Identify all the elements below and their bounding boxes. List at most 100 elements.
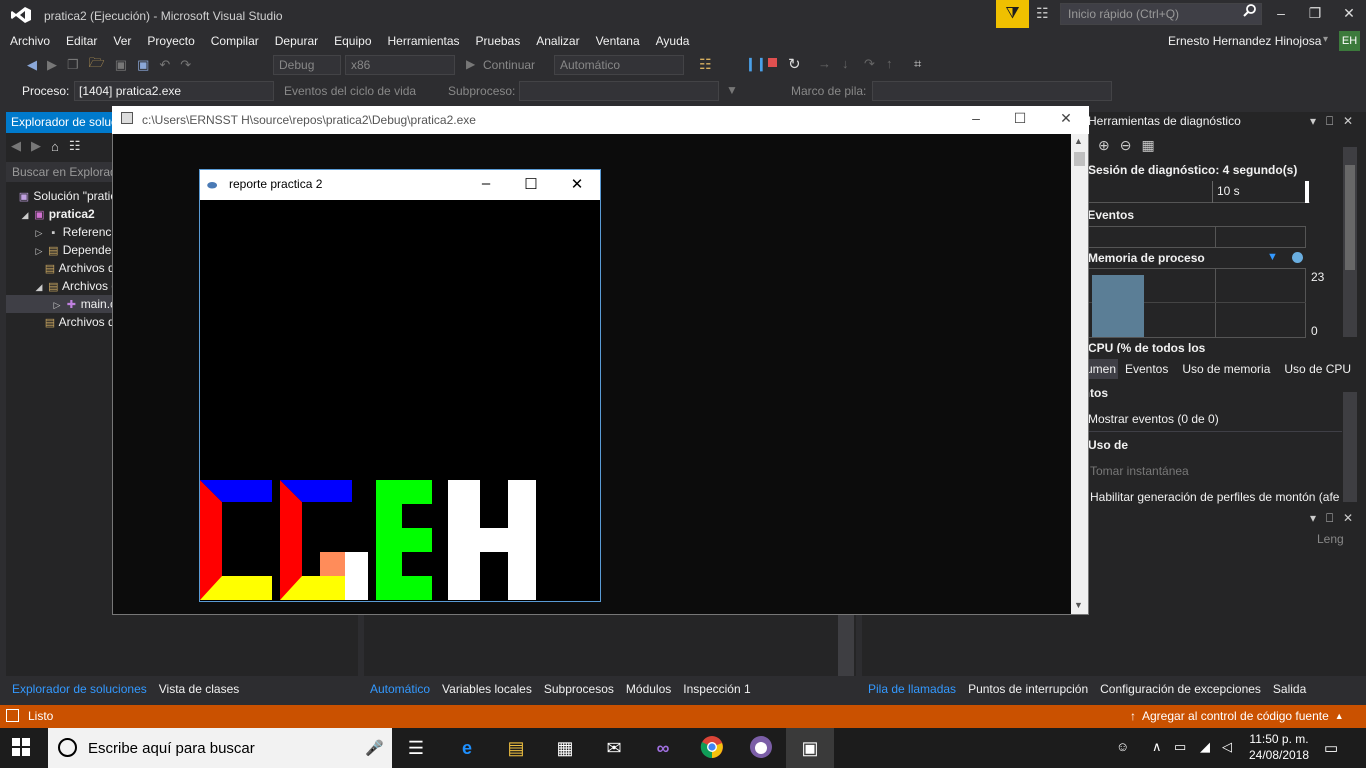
take-snapshot-button[interactable]: Tomar instantánea [1090,464,1189,478]
maximize-icon[interactable]: ☐ [1010,110,1030,127]
edge-icon[interactable]: e [453,735,481,761]
continue-icon[interactable]: ▶ [466,57,475,71]
volume-icon[interactable]: ◁ [1222,739,1232,755]
lifecycle-events-button[interactable]: Eventos del ciclo de vida [284,84,416,98]
close-icon[interactable]: ✕ [1339,5,1359,22]
tree-item-project[interactable]: ◢ ▣ pratica2 [6,205,114,223]
minimize-icon[interactable]: – [966,110,986,126]
menu-compilar[interactable]: Compilar [203,30,267,52]
tab-events[interactable]: Eventos [1118,359,1175,379]
wifi-icon[interactable]: ◢ [1200,739,1210,755]
process-select[interactable]: [1404] pratica2.exe [74,81,274,101]
undo-icon[interactable]: ↶ [159,57,170,73]
forward-icon[interactable]: ▶ [47,57,57,73]
tab-exception-settings[interactable]: Configuración de excepciones [1094,679,1267,699]
store-icon[interactable]: ▦ [551,735,579,761]
microphone-icon[interactable]: 🎤 [365,739,384,757]
scroll-down-icon[interactable]: ▼ [1074,600,1083,610]
tree-item-resource-files[interactable]: ▤ Archivos de recursos [6,313,114,331]
tree-item-external-deps[interactable]: ▷ ▤ Dependencias externas [6,241,114,259]
source-control-button[interactable]: ↑ Agregar al control de código fuente ▲ [1130,709,1344,723]
chevron-down-icon[interactable]: ▾ [1310,511,1316,525]
chevron-down-icon[interactable]: ▾ [1323,34,1328,45]
menu-depurar[interactable]: Depurar [267,30,326,52]
menu-pruebas[interactable]: Pruebas [468,30,529,52]
tab-call-stack[interactable]: Pila de llamadas [862,679,962,699]
close-icon[interactable]: ✕ [1056,110,1076,127]
tab-summary[interactable]: Resumen [1088,359,1118,379]
open-folder-icon[interactable]: 🗁 [89,54,105,76]
stop-icon[interactable] [768,58,777,67]
menu-analizar[interactable]: Analizar [528,30,587,52]
minimize-icon[interactable]: – [474,175,498,192]
back-icon[interactable]: ◀ [11,138,21,154]
diagnostics-lower-scrollbar[interactable] [1343,392,1357,502]
step-over-icon[interactable]: ↷ [864,56,875,72]
windows-start-icon[interactable] [12,738,30,761]
solution-search-input[interactable]: Buscar en Explorador de soluciones [6,162,114,182]
people-icon[interactable]: ☺ [1116,739,1129,754]
chevron-up-icon[interactable]: ∧ [1152,739,1162,755]
tree-item-solution[interactable]: ▣ Solución "pratica2" [6,187,114,205]
maximize-icon[interactable]: ☐ [519,175,543,193]
tab-cpu-usage[interactable]: Uso de CPU [1277,359,1358,379]
restart-icon[interactable]: ↻ [788,55,801,73]
tab-solution-explorer[interactable]: Explorador de soluciones [6,679,153,699]
maximize-icon[interactable]: ❐ [1305,5,1325,22]
close-icon[interactable]: ✕ [565,175,589,193]
console-scroll-thumb[interactable] [1074,152,1085,166]
tree-item-references[interactable]: ▷ ▪ Referencias [6,223,114,241]
show-events-link[interactable]: Mostrar eventos (0 de 0) [1088,412,1342,432]
task-view-icon[interactable]: ☰ [402,735,430,761]
show-next-statement-icon[interactable]: → [818,56,831,71]
menu-ventana[interactable]: Ventana [588,30,648,52]
tab-modules[interactable]: Módulos [620,679,677,699]
continue-button[interactable]: Continuar [483,58,535,72]
timeline-ruler[interactable] [1088,181,1310,203]
solution-explorer-title[interactable]: Explorador de soluciones [6,112,114,133]
pin-icon[interactable]: ⎕ [1326,114,1333,129]
menu-ayuda[interactable]: Ayuda [648,30,698,52]
events-track[interactable] [1088,226,1306,248]
new-project-icon[interactable]: ❐ [67,57,79,73]
user-name[interactable]: Ernesto Hernandez Hinojosa [1168,34,1321,48]
redo-icon[interactable]: ↷ [180,57,191,73]
menu-herramientas[interactable]: Herramientas [380,30,468,52]
tab-watch-1[interactable]: Inspección 1 [677,679,756,699]
pause-icon[interactable]: ❙❙ [745,56,767,72]
minimize-icon[interactable]: – [1271,5,1291,21]
tab-class-view[interactable]: Vista de clases [152,679,246,699]
menu-archivo[interactable]: Archivo [0,30,58,52]
menu-equipo[interactable]: Equipo [326,30,379,52]
reset-view-icon[interactable]: ▦ [1141,137,1154,154]
step-into-icon[interactable]: ↓ [842,56,849,71]
visual-studio-taskbar-icon[interactable]: ∞ [649,735,677,761]
configuration-select[interactable]: Debug [273,55,341,75]
collapsed-icon[interactable]: ▷ [34,224,44,241]
tab-threads[interactable]: Subprocesos [538,679,620,699]
forward-icon[interactable]: ▶ [31,138,41,154]
heap-profiling-checkbox[interactable]: Habilitar generación de perfiles de mont… [1090,490,1340,504]
pin-icon[interactable]: ⎕ [1326,511,1333,526]
timeline-cursor[interactable] [1305,181,1309,203]
zoom-out-icon[interactable]: ⊖ [1120,137,1132,154]
tree-item-source-files[interactable]: ◢ ▤ Archivos de origen [6,277,114,295]
thread-select[interactable] [519,81,719,101]
console-scrollbar[interactable] [1071,134,1088,614]
expanded-icon[interactable]: ◢ [20,206,30,223]
tab-output[interactable]: Salida [1267,679,1312,699]
collapsed-icon[interactable]: ▷ [34,242,44,259]
chevron-down-icon[interactable]: ▾ [1310,114,1316,128]
call-stack-language-column[interactable]: Lenguaje [1317,532,1343,548]
battery-icon[interactable]: ▭ [1174,739,1186,755]
tab-memory-usage[interactable]: Uso de memoria [1175,359,1277,379]
mail-icon[interactable]: ✉ [600,735,628,761]
scroll-up-icon[interactable]: ▲ [1074,136,1083,146]
tree-item-main-cpp[interactable]: ▷ ✚ main.cpp [6,295,114,313]
menu-ver[interactable]: Ver [105,30,139,52]
step-out-icon[interactable]: ↑ [886,56,893,71]
tab-locals[interactable]: Variables locales [436,679,538,699]
quick-launch-input[interactable]: Inicio rápido (Ctrl+Q) [1060,3,1262,25]
tab-breakpoints[interactable]: Puntos de interrupción [962,679,1094,699]
save-all-icon[interactable]: ▣ [137,57,149,73]
